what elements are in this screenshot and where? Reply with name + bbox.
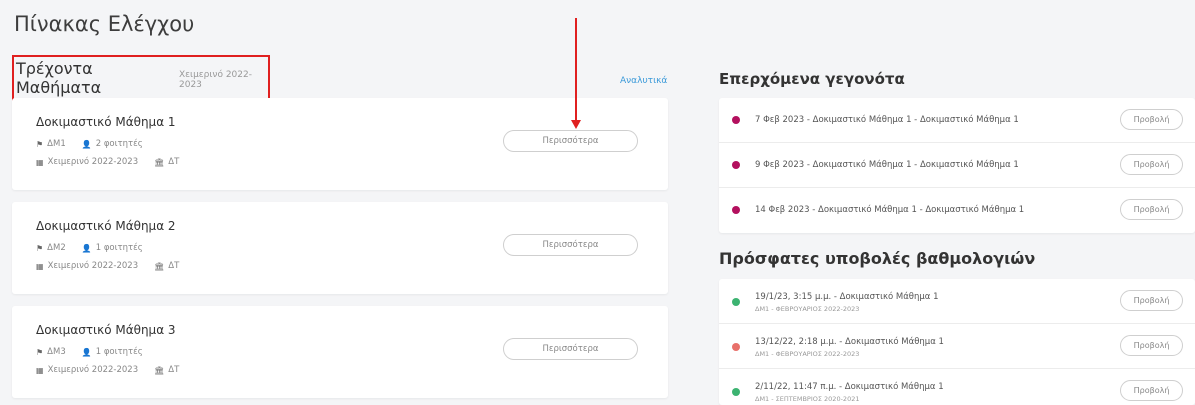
course-meta-2: ▦ Χειμερινό 2022-2023 🏛 ΔΤ <box>36 157 179 167</box>
current-courses-header: Τρέχοντα Μαθήματα Χειμερινό 2022-2023 <box>12 55 270 101</box>
event-text: 9 Φεβ 2023 - Δοκιμαστικό Μάθημα 1 - Δοκι… <box>755 160 1019 170</box>
list-item: 13/12/22, 2:18 μ.μ. - Δοκιμαστικό Μάθημα… <box>719 324 1195 369</box>
more-button[interactable]: Περισσότερα <box>503 338 638 360</box>
course-meta: ⚑ ΔΜ3 👤 1 φοιτητές <box>36 347 143 357</box>
list-item: 14 Φεβ 2023 - Δοκιμαστικό Μάθημα 1 - Δοκ… <box>719 188 1195 233</box>
view-button[interactable]: Προβολή <box>1120 154 1183 175</box>
course-code: ΔΜ1 <box>47 139 66 149</box>
course-code: ΔΜ3 <box>47 347 66 357</box>
view-button[interactable]: Προβολή <box>1120 290 1183 311</box>
view-button[interactable]: Προβολή <box>1120 335 1183 356</box>
grade-text: 19/1/23, 3:15 μ.μ. - Δοκιμαστικό Μάθημα … <box>755 292 939 302</box>
list-item: 9 Φεβ 2023 - Δοκιμαστικό Μάθημα 1 - Δοκι… <box>719 143 1195 188</box>
grade-sub: ΔΜ1 - ΦΕΒΡΟΥΑΡΙΟΣ 2022-2023 <box>755 305 860 313</box>
more-button[interactable]: Περισσότερα <box>503 234 638 256</box>
view-button[interactable]: Προβολή <box>1120 199 1183 220</box>
upcoming-events-list: 7 Φεβ 2023 - Δοκιμαστικό Μάθημα 1 - Δοκι… <box>719 98 1195 233</box>
user-icon: 👤 <box>81 243 92 253</box>
grade-sub: ΔΜ1 - ΦΕΒΡΟΥΑΡΙΟΣ 2022-2023 <box>755 350 860 358</box>
list-item: 2/11/22, 11:47 π.μ. - Δοκιμαστικό Μάθημα… <box>719 369 1195 405</box>
course-card: Δοκιμαστικό Μάθημα 2 ⚑ ΔΜ2 👤 1 φοιτητές … <box>12 202 668 294</box>
course-dept: ΔΤ <box>168 261 180 271</box>
institution-icon: 🏛 <box>154 365 165 375</box>
event-dot <box>732 161 740 169</box>
grade-text: 13/12/22, 2:18 μ.μ. - Δοκιμαστικό Μάθημα… <box>755 337 944 347</box>
details-link[interactable]: Αναλυτικά <box>620 76 667 86</box>
list-item: 19/1/23, 3:15 μ.μ. - Δοκιμαστικό Μάθημα … <box>719 279 1195 324</box>
grade-sub: ΔΜ1 - ΣΕΠΤΕΜΒΡΙΟΣ 2020-2021 <box>755 395 860 403</box>
course-dept: ΔΤ <box>168 365 180 375</box>
course-card: Δοκιμαστικό Μάθημα 1 ⚑ ΔΜ1 👤 2 φοιτητές … <box>12 98 668 190</box>
course-students: 1 φοιτητές <box>95 243 143 253</box>
course-semester: Χειμερινό 2022-2023 <box>47 261 139 271</box>
grade-text: 2/11/22, 11:47 π.μ. - Δοκιμαστικό Μάθημα… <box>755 382 944 392</box>
more-button[interactable]: Περισσότερα <box>503 130 638 152</box>
annotation-arrow-line <box>575 18 577 122</box>
course-meta-2: ▦ Χειμερινό 2022-2023 🏛 ΔΤ <box>36 365 179 375</box>
course-semester: Χειμερινό 2022-2023 <box>47 157 139 167</box>
course-students: 1 φοιτητές <box>95 347 143 357</box>
course-meta-2: ▦ Χειμερινό 2022-2023 🏛 ΔΤ <box>36 261 179 271</box>
event-text: 14 Φεβ 2023 - Δοκιμαστικό Μάθημα 1 - Δοκ… <box>755 205 1025 215</box>
annotation-arrow-head <box>571 120 581 129</box>
page-title: Πίνακας Ελέγχου <box>14 12 195 36</box>
list-item: 7 Φεβ 2023 - Δοκιμαστικό Μάθημα 1 - Δοκι… <box>719 98 1195 143</box>
flag-icon: ⚑ <box>36 347 44 357</box>
view-button[interactable]: Προβολή <box>1120 109 1183 130</box>
grade-dot <box>732 343 740 351</box>
user-icon: 👤 <box>81 139 92 149</box>
calendar-icon: ▦ <box>36 157 44 167</box>
course-students: 2 φοιτητές <box>95 139 143 149</box>
view-button[interactable]: Προβολή <box>1120 380 1183 401</box>
flag-icon: ⚑ <box>36 139 44 149</box>
course-meta: ⚑ ΔΜ1 👤 2 φοιτητές <box>36 139 143 149</box>
course-meta: ⚑ ΔΜ2 👤 1 φοιτητές <box>36 243 143 253</box>
calendar-icon: ▦ <box>36 261 44 271</box>
institution-icon: 🏛 <box>154 261 165 271</box>
event-dot <box>732 116 740 124</box>
upcoming-events-title: Επερχόμενα γεγονότα <box>719 70 905 88</box>
course-title: Δοκιμαστικό Μάθημα 2 <box>36 219 176 233</box>
grade-dot <box>732 298 740 306</box>
course-card: Δοκιμαστικό Μάθημα 3 ⚑ ΔΜ3 👤 1 φοιτητές … <box>12 306 668 398</box>
current-semester: Χειμερινό 2022-2023 <box>179 70 252 90</box>
grade-dot <box>732 388 740 396</box>
recent-grades-list: 19/1/23, 3:15 μ.μ. - Δοκιμαστικό Μάθημα … <box>719 279 1195 405</box>
course-code: ΔΜ2 <box>47 243 66 253</box>
calendar-icon: ▦ <box>36 365 44 375</box>
course-dept: ΔΤ <box>168 157 180 167</box>
flag-icon: ⚑ <box>36 243 44 253</box>
user-icon: 👤 <box>81 347 92 357</box>
event-dot <box>732 206 740 214</box>
course-semester: Χειμερινό 2022-2023 <box>47 365 139 375</box>
recent-grades-title: Πρόσφατες υποβολές βαθμολογιών <box>719 249 1036 268</box>
current-courses-title: Τρέχοντα Μαθήματα <box>16 59 102 97</box>
event-text: 7 Φεβ 2023 - Δοκιμαστικό Μάθημα 1 - Δοκι… <box>755 115 1019 125</box>
institution-icon: 🏛 <box>154 157 165 167</box>
course-title: Δοκιμαστικό Μάθημα 3 <box>36 323 176 337</box>
course-title: Δοκιμαστικό Μάθημα 1 <box>36 115 176 129</box>
